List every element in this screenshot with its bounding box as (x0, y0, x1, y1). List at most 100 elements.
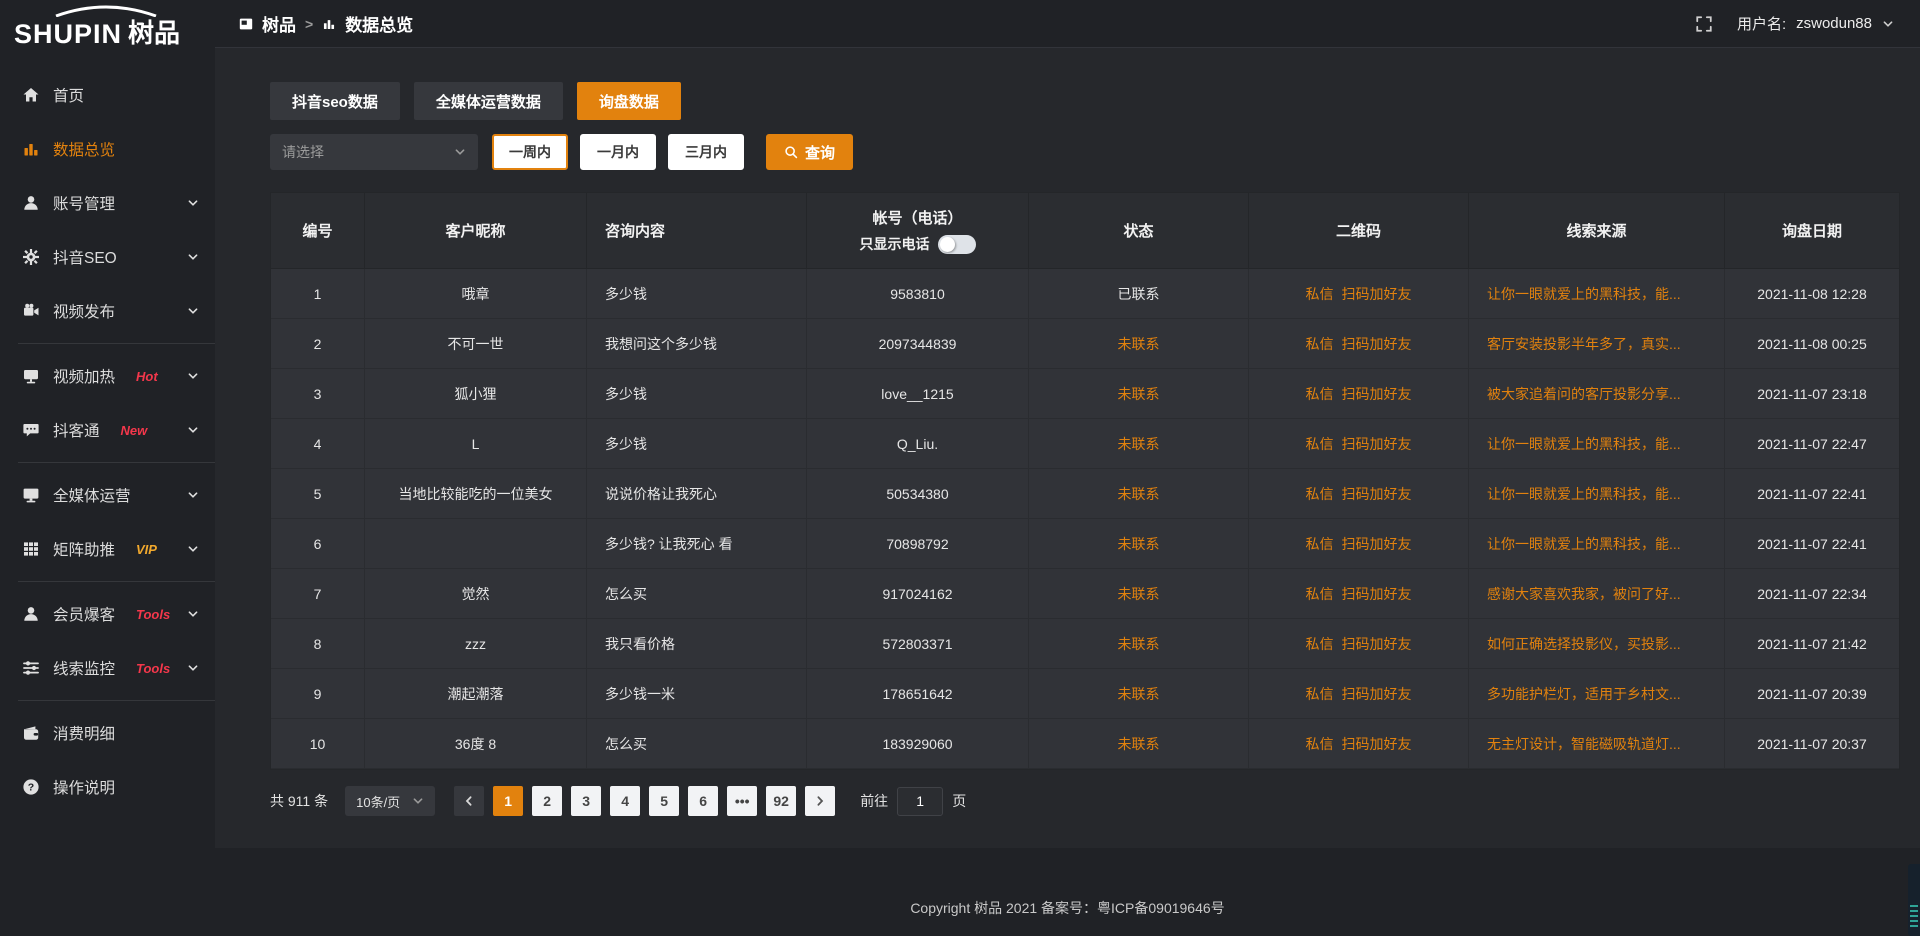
cell-source[interactable]: 让你一眼就爱上的黑科技，能... (1469, 419, 1725, 469)
scan-code-add-friend-link[interactable]: 扫码加好友 (1342, 734, 1412, 754)
column-header-0: 编号 (271, 193, 365, 269)
period-buttons: 一周内一月内三月内 (492, 134, 744, 170)
scan-code-add-friend-link[interactable]: 扫码加好友 (1342, 684, 1412, 704)
page-button-1[interactable]: 1 (493, 786, 523, 816)
private-message-link[interactable]: 私信 (1306, 584, 1334, 604)
cell-source[interactable]: 感谢大家喜欢我家，被问了好... (1469, 569, 1725, 619)
period-button-0[interactable]: 一周内 (492, 134, 568, 170)
private-message-link[interactable]: 私信 (1306, 334, 1334, 354)
chevron-down-icon (187, 251, 199, 263)
cell-source[interactable]: 让你一眼就爱上的黑科技，能... (1469, 269, 1725, 319)
breadcrumb: 树品 > 数据总览 (239, 11, 413, 36)
next-page-button[interactable] (805, 786, 835, 816)
sidebar-item-7[interactable]: 全媒体运营 (0, 468, 215, 522)
cell-date: 2021-11-08 00:25 (1725, 319, 1899, 369)
column-header-7: 询盘日期 (1725, 193, 1899, 269)
cell-source[interactable]: 无主灯设计，智能磁吸轨道灯... (1469, 719, 1725, 769)
scan-code-add-friend-link[interactable]: 扫码加好友 (1342, 484, 1412, 504)
breadcrumb-home[interactable]: 树品 (262, 11, 296, 36)
page-button-2[interactable]: 2 (532, 786, 562, 816)
chevron-down-icon[interactable] (1882, 18, 1894, 30)
private-message-link[interactable]: 私信 (1306, 534, 1334, 554)
sidebar-item-12[interactable]: ?操作说明 (0, 760, 215, 814)
cell-date: 2021-11-07 23:18 (1725, 369, 1899, 419)
sidebar-item-10[interactable]: 线索监控Tools (0, 641, 215, 695)
period-button-2[interactable]: 三月内 (668, 134, 744, 170)
scan-code-add-friend-link[interactable]: 扫码加好友 (1342, 434, 1412, 454)
sidebar-divider (18, 581, 215, 582)
sidebar-item-6[interactable]: 抖客通New (0, 403, 215, 457)
phone-header-title: 帐号（电话） (872, 207, 962, 228)
page-button-•••[interactable]: ••• (727, 786, 757, 816)
cell-source[interactable]: 客厅安装投影半年多了，真实... (1469, 319, 1725, 369)
scan-code-add-friend-link[interactable]: 扫码加好友 (1342, 584, 1412, 604)
username[interactable]: zswodun88 (1796, 15, 1872, 32)
cell-source[interactable]: 多功能护栏灯，适用于乡村文... (1469, 669, 1725, 719)
page-size-select[interactable]: 10条/页 (345, 786, 435, 816)
search-button[interactable]: 查询 (766, 134, 853, 170)
sidebar-item-label: 抖客通 (53, 419, 100, 441)
sidebar-item-1[interactable]: 数据总览 (0, 122, 215, 176)
page-button-6[interactable]: 6 (688, 786, 718, 816)
scan-code-add-friend-link[interactable]: 扫码加好友 (1342, 534, 1412, 554)
cell-source[interactable]: 让你一眼就爱上的黑科技，能... (1469, 519, 1725, 569)
cell-content: 说说价格让我死心 (587, 469, 807, 519)
private-message-link[interactable]: 私信 (1306, 634, 1334, 654)
sidebar-item-11[interactable]: 消费明细 (0, 706, 215, 760)
sidebar-item-4[interactable]: 视频发布 (0, 284, 215, 338)
fullscreen-icon[interactable] (1695, 15, 1713, 33)
cell-status: 未联系 (1029, 319, 1249, 369)
private-message-link[interactable]: 私信 (1306, 384, 1334, 404)
phone-toggle-row: 只显示电话 (860, 234, 976, 254)
sidebar-item-2[interactable]: 账号管理 (0, 176, 215, 230)
goto-page-input[interactable] (897, 787, 943, 816)
chevron-down-icon (187, 305, 199, 317)
private-message-link[interactable]: 私信 (1306, 284, 1334, 304)
private-message-link[interactable]: 私信 (1306, 684, 1334, 704)
breadcrumb-current: 数据总览 (345, 11, 413, 36)
total-count: 共 911 条 (270, 791, 328, 811)
tab-1[interactable]: 全媒体运营数据 (414, 82, 563, 120)
cell-content: 多少钱 (587, 419, 807, 469)
private-message-link[interactable]: 私信 (1306, 734, 1334, 754)
cell-date: 2021-11-07 21:42 (1725, 619, 1899, 669)
cell-date: 2021-11-07 20:39 (1725, 669, 1899, 719)
scan-code-add-friend-link[interactable]: 扫码加好友 (1342, 284, 1412, 304)
cell-qr-links: 私信扫码加好友 (1249, 569, 1469, 619)
sidebar-item-3[interactable]: 抖音SEO (0, 230, 215, 284)
sidebar-item-label: 数据总览 (53, 138, 115, 160)
sidebar-item-5[interactable]: 视频加热Hot (0, 349, 215, 403)
page-button-92[interactable]: 92 (766, 786, 796, 816)
scan-code-add-friend-link[interactable]: 扫码加好友 (1342, 384, 1412, 404)
tab-0[interactable]: 抖音seo数据 (270, 82, 400, 120)
column-header-3: 帐号（电话） 只显示电话 (807, 193, 1029, 269)
cell-qr-links: 私信扫码加好友 (1249, 469, 1469, 519)
page-button-4[interactable]: 4 (610, 786, 640, 816)
private-message-link[interactable]: 私信 (1306, 484, 1334, 504)
scan-code-add-friend-link[interactable]: 扫码加好友 (1342, 634, 1412, 654)
cell-id: 8 (271, 619, 365, 669)
cell-date: 2021-11-08 12:28 (1725, 269, 1899, 319)
cell-qr-links: 私信扫码加好友 (1249, 619, 1469, 669)
cell-status: 未联系 (1029, 369, 1249, 419)
scan-code-add-friend-link[interactable]: 扫码加好友 (1342, 334, 1412, 354)
sidebar-item-9[interactable]: 会员爆客Tools (0, 587, 215, 641)
sidebar-badge: VIP (136, 542, 157, 557)
cell-qr-links: 私信扫码加好友 (1249, 419, 1469, 469)
sidebar-item-0[interactable]: 首页 (0, 68, 215, 122)
cell-nickname: 当地比较能吃的一位美女 (365, 469, 587, 519)
svg-text:?: ? (28, 782, 34, 794)
prev-page-button[interactable] (454, 786, 484, 816)
phone-only-toggle[interactable] (938, 235, 976, 254)
filter-select[interactable]: 请选择 (270, 134, 478, 170)
private-message-link[interactable]: 私信 (1306, 434, 1334, 454)
page-button-5[interactable]: 5 (649, 786, 679, 816)
cell-source[interactable]: 如何正确选择投影仪，买投影... (1469, 619, 1725, 669)
period-button-1[interactable]: 一月内 (580, 134, 656, 170)
cell-source[interactable]: 被大家追着问的客厅投影分享... (1469, 369, 1725, 419)
cell-source[interactable]: 让你一眼就爱上的黑科技，能... (1469, 469, 1725, 519)
sidebar-item-8[interactable]: 矩阵助推VIP (0, 522, 215, 576)
chevron-down-icon (187, 608, 199, 620)
tab-2[interactable]: 询盘数据 (577, 82, 681, 120)
page-button-3[interactable]: 3 (571, 786, 601, 816)
